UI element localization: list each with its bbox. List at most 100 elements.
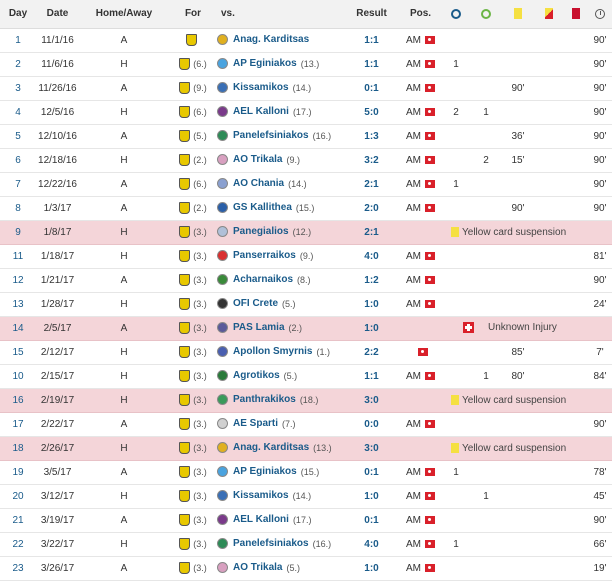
for-cell[interactable]: (3.) <box>169 316 217 341</box>
for-cell[interactable]: (6.) <box>169 172 217 197</box>
result-cell[interactable]: 1:0 <box>344 484 399 509</box>
opponent-cell[interactable]: Agrotikos (5.) <box>217 364 344 389</box>
opponent-link[interactable]: AO Trikala <box>233 155 282 166</box>
opponent-cell[interactable]: PAS Lamia (2.) <box>217 316 344 341</box>
result-link[interactable]: 1:0 <box>364 323 378 334</box>
for-cell[interactable]: (3.) <box>169 388 217 413</box>
opponent-crest-icon[interactable] <box>217 514 228 526</box>
opponent-cell[interactable]: Panthrakikos (18.) <box>217 388 344 413</box>
result-link[interactable]: 1:1 <box>364 35 378 46</box>
club-crest-icon[interactable] <box>179 130 191 142</box>
result-cell[interactable]: 1:0 <box>344 292 399 317</box>
col-home-away-header[interactable]: Home/Away <box>79 0 169 29</box>
club-crest-icon[interactable] <box>179 58 191 70</box>
result-cell[interactable]: 2:1 <box>344 220 399 245</box>
opponent-link[interactable]: PAS Lamia <box>233 323 285 334</box>
opponent-cell[interactable]: Panelefsiniakos (16.) <box>217 532 344 557</box>
for-cell[interactable]: (3.) <box>169 268 217 293</box>
for-cell[interactable]: (3.) <box>169 364 217 389</box>
opponent-crest-icon[interactable] <box>217 106 228 118</box>
result-link[interactable]: 1:0 <box>364 563 378 574</box>
club-crest-icon[interactable] <box>179 562 191 574</box>
col-vs-header[interactable]: vs. <box>217 0 344 29</box>
for-cell[interactable]: (3.) <box>169 412 217 437</box>
club-crest-icon[interactable] <box>179 298 191 310</box>
club-crest-icon[interactable] <box>179 346 191 358</box>
club-crest-icon[interactable] <box>179 418 191 430</box>
result-link[interactable]: 1:1 <box>364 59 378 70</box>
col-minutes-header[interactable] <box>588 0 612 29</box>
opponent-crest-icon[interactable] <box>217 274 228 286</box>
result-link[interactable]: 2:1 <box>364 179 378 190</box>
opponent-crest-icon[interactable] <box>217 34 228 46</box>
result-link[interactable]: 1:1 <box>364 371 378 382</box>
result-link[interactable]: 0:1 <box>364 515 378 526</box>
for-cell[interactable]: (2.) <box>169 196 217 221</box>
opponent-link[interactable]: Kissamikos <box>233 83 289 94</box>
opponent-cell[interactable]: Anag. Karditsas <box>217 28 344 53</box>
opponent-crest-icon[interactable] <box>217 322 228 334</box>
opponent-crest-icon[interactable] <box>217 442 228 454</box>
opponent-cell[interactable]: Kissamikos (14.) <box>217 484 344 509</box>
club-crest-icon[interactable] <box>179 538 191 550</box>
opponent-crest-icon[interactable] <box>217 250 228 262</box>
opponent-cell[interactable]: AO Trikala (5.) <box>217 556 344 581</box>
opponent-link[interactable]: Panthrakikos <box>233 395 296 406</box>
club-crest-icon[interactable] <box>179 322 191 334</box>
for-cell[interactable]: (3.) <box>169 220 217 245</box>
col-date-header[interactable]: Date <box>36 0 79 29</box>
opponent-cell[interactable]: Panelefsiniakos (16.) <box>217 124 344 149</box>
for-cell[interactable]: (3.) <box>169 532 217 557</box>
col-assists-header[interactable] <box>470 0 502 29</box>
result-link[interactable]: 4:0 <box>364 539 378 550</box>
for-cell[interactable]: (3.) <box>169 436 217 461</box>
club-crest-icon[interactable] <box>179 442 191 454</box>
opponent-link[interactable]: GS Kallithea <box>233 203 292 214</box>
club-crest-icon[interactable] <box>179 178 191 190</box>
result-cell[interactable]: 2:2 <box>344 340 399 365</box>
opponent-link[interactable]: AEL Kalloni <box>233 107 289 118</box>
for-cell[interactable]: (3.) <box>169 484 217 509</box>
result-cell[interactable]: 1:0 <box>344 316 399 341</box>
for-cell[interactable]: (3.) <box>169 508 217 533</box>
opponent-crest-icon[interactable] <box>217 490 228 502</box>
opponent-cell[interactable]: GS Kallithea (15.) <box>217 196 344 221</box>
result-link[interactable]: 2:1 <box>364 227 378 238</box>
opponent-link[interactable]: Panegialios <box>233 227 289 238</box>
for-cell[interactable]: (3.) <box>169 292 217 317</box>
result-cell[interactable]: 3:2 <box>344 148 399 173</box>
opponent-link[interactable]: AE Sparti <box>233 419 278 430</box>
opponent-link[interactable]: Agrotikos <box>233 371 280 382</box>
for-cell[interactable] <box>169 28 217 53</box>
opponent-link[interactable]: Panelefsiniakos <box>233 539 309 550</box>
for-cell[interactable]: (3.) <box>169 460 217 485</box>
result-link[interactable]: 3:2 <box>364 155 378 166</box>
club-crest-icon[interactable] <box>179 226 191 238</box>
opponent-crest-icon[interactable] <box>217 370 228 382</box>
opponent-link[interactable]: Anag. Karditsas <box>233 443 309 454</box>
opponent-cell[interactable]: Panegialios (12.) <box>217 220 344 245</box>
opponent-link[interactable]: AEL Kalloni <box>233 515 289 526</box>
result-link[interactable]: 0:0 <box>364 419 378 430</box>
opponent-link[interactable]: Panelefsiniakos <box>233 131 309 142</box>
opponent-crest-icon[interactable] <box>217 82 228 94</box>
for-cell[interactable]: (9.) <box>169 76 217 101</box>
opponent-cell[interactable]: Anag. Karditsas (13.) <box>217 436 344 461</box>
opponent-crest-icon[interactable] <box>217 178 228 190</box>
opponent-link[interactable]: Panserraikos <box>233 251 296 262</box>
result-link[interactable]: 3:0 <box>364 395 378 406</box>
opponent-link[interactable]: AP Eginiakos <box>233 59 297 70</box>
result-link[interactable]: 1:2 <box>364 275 378 286</box>
result-link[interactable]: 2:2 <box>364 347 378 358</box>
result-cell[interactable]: 0:1 <box>344 76 399 101</box>
club-crest-icon[interactable] <box>179 250 191 262</box>
opponent-crest-icon[interactable] <box>217 538 228 550</box>
result-link[interactable]: 1:3 <box>364 131 378 142</box>
opponent-crest-icon[interactable] <box>217 130 228 142</box>
result-link[interactable]: 3:0 <box>364 443 378 454</box>
result-cell[interactable]: 1:1 <box>344 28 399 53</box>
result-cell[interactable]: 0:1 <box>344 508 399 533</box>
col-position-header[interactable]: Pos. <box>399 0 442 29</box>
result-link[interactable]: 4:0 <box>364 251 378 262</box>
club-crest-icon[interactable] <box>179 82 191 94</box>
